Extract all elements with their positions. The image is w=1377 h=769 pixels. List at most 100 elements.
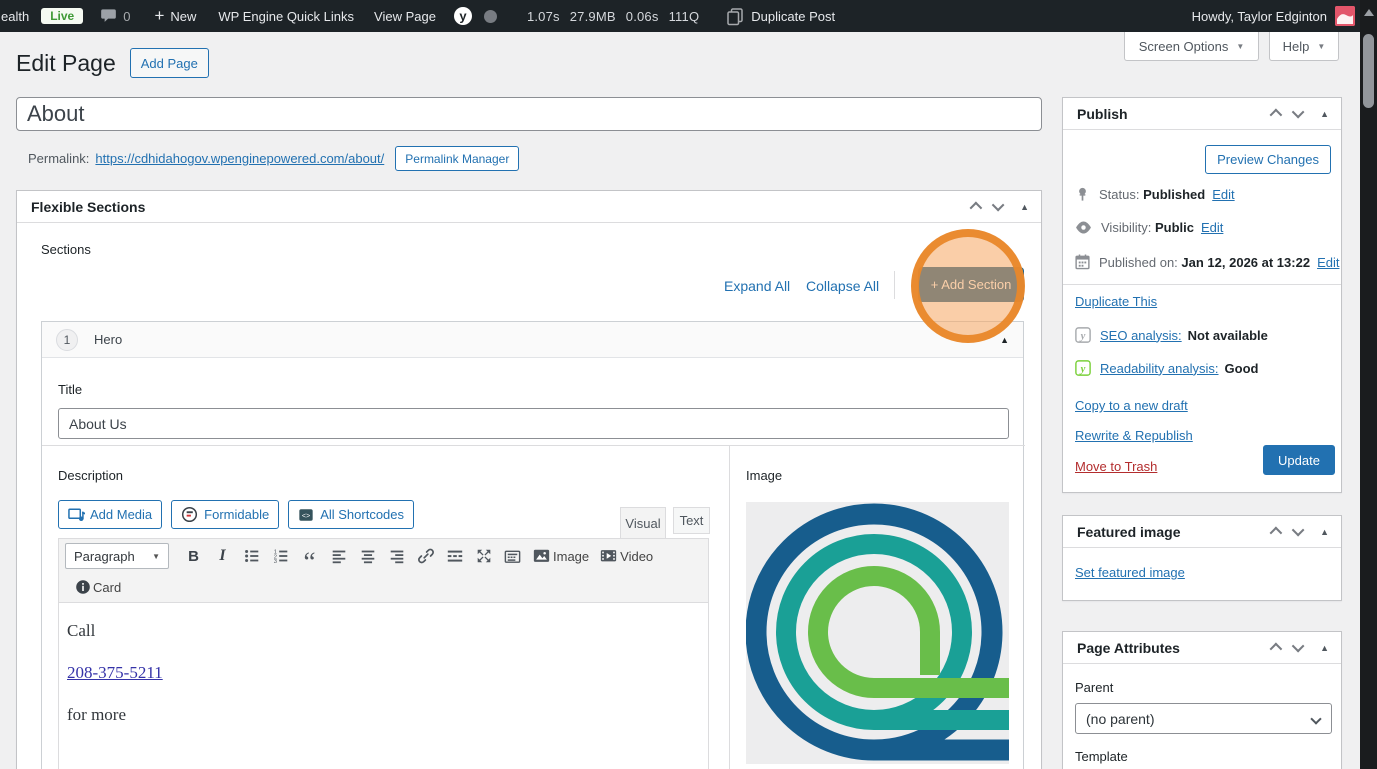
insert-image-button[interactable]: Image xyxy=(527,543,594,569)
scrollbar[interactable] xyxy=(1360,0,1377,769)
align-center-icon xyxy=(359,547,377,565)
duplicate-post-item[interactable]: Duplicate Post xyxy=(725,7,835,26)
phone-link[interactable]: 208-375-5211 xyxy=(67,663,163,682)
align-center-button[interactable] xyxy=(353,543,382,569)
screen-options-button[interactable]: Screen Options▼ xyxy=(1124,32,1259,61)
seo-analysis-link[interactable]: SEO analysis: xyxy=(1100,328,1182,343)
toggle-panel-icon[interactable]: ▲ xyxy=(1320,527,1329,537)
align-left-icon xyxy=(330,547,348,565)
hero-image-preview[interactable] xyxy=(746,502,1009,764)
move-down-icon[interactable] xyxy=(1292,106,1305,119)
comment-count: 0 xyxy=(123,9,130,24)
add-section-button[interactable]: + Add Section xyxy=(918,267,1024,302)
yoast-icon: y xyxy=(453,6,473,26)
edit-status-link[interactable]: Edit xyxy=(1212,187,1234,202)
flexible-sections-header[interactable]: Flexible Sections ▲ xyxy=(17,191,1041,223)
move-up-icon[interactable] xyxy=(1270,643,1283,656)
scrollbar-thumb[interactable] xyxy=(1363,34,1374,108)
eye-icon xyxy=(1075,221,1092,234)
help-button[interactable]: Help▼ xyxy=(1269,32,1339,61)
add-media-button[interactable]: Add Media xyxy=(58,500,162,529)
add-page-button[interactable]: Add Page xyxy=(130,48,209,78)
bold-icon: B xyxy=(188,548,199,565)
site-name[interactable]: ealth xyxy=(1,9,29,24)
post-title-input[interactable] xyxy=(16,97,1042,131)
chevron-down-icon: ▼ xyxy=(1317,42,1325,51)
move-up-icon[interactable] xyxy=(1270,527,1283,540)
query-monitor-stats[interactable]: 1.07s 27.9MB 0.06s 111Q xyxy=(527,9,699,24)
visibility-row: Visibility: Public Edit xyxy=(1075,220,1223,235)
italic-button[interactable]: I xyxy=(208,543,237,569)
move-up-icon[interactable] xyxy=(970,202,983,215)
align-left-button[interactable] xyxy=(324,543,353,569)
link-icon xyxy=(417,547,435,565)
paragraph-format-select[interactable]: Paragraph▼ xyxy=(65,543,169,569)
featured-image-header[interactable]: Featured image ▲ xyxy=(1063,516,1341,548)
tab-visual[interactable]: Visual xyxy=(620,507,666,538)
move-down-icon[interactable] xyxy=(1292,524,1305,537)
editor-content-area[interactable]: Call 208-375-5211 for more xyxy=(59,603,708,769)
permalink-manager-button[interactable]: Permalink Manager xyxy=(395,146,519,171)
publish-header[interactable]: Publish ▲ xyxy=(1063,98,1341,130)
permalink-label: Permalink: xyxy=(28,151,89,166)
yoast-menu-item[interactable]: y xyxy=(453,6,497,26)
plus-icon: + xyxy=(154,7,164,24)
copy-to-new-draft-link[interactable]: Copy to a new draft xyxy=(1075,398,1188,413)
description-label: Description xyxy=(58,468,123,483)
move-up-icon[interactable] xyxy=(1270,109,1283,122)
permalink-url[interactable]: https://cdhidahogov.wpenginepowered.com/… xyxy=(95,151,384,166)
toggle-panel-icon[interactable]: ▲ xyxy=(1320,643,1329,653)
italic-icon: I xyxy=(219,547,225,565)
readability-analysis-row: y Readability analysis: Good xyxy=(1075,360,1258,376)
duplicate-this-link[interactable]: Duplicate This xyxy=(1075,294,1157,309)
new-menu-item[interactable]: + New xyxy=(154,9,196,24)
read-more-button[interactable] xyxy=(440,543,469,569)
toolbar-toggle-button[interactable] xyxy=(498,543,527,569)
content-paragraph: for more xyxy=(67,705,698,725)
expand-all-link[interactable]: Expand All xyxy=(724,278,790,294)
blockquote-button[interactable]: “ xyxy=(295,543,324,569)
all-shortcodes-button[interactable]: <> All Shortcodes xyxy=(288,500,414,529)
move-down-icon[interactable] xyxy=(992,199,1005,212)
metabox-title: Publish xyxy=(1077,106,1270,122)
edit-visibility-link[interactable]: Edit xyxy=(1201,220,1223,235)
parent-select[interactable]: (no parent) xyxy=(1075,703,1332,734)
card-button[interactable]: Card xyxy=(65,574,126,600)
live-badge[interactable]: Live xyxy=(41,8,83,24)
account-menu[interactable]: Howdy, Taylor Edginton xyxy=(1192,0,1355,32)
move-down-icon[interactable] xyxy=(1292,640,1305,653)
howdy-greeting: Howdy, Taylor Edginton xyxy=(1192,9,1327,24)
collapse-all-link[interactable]: Collapse All xyxy=(806,278,879,294)
collapse-section-icon[interactable]: ▲ xyxy=(1000,335,1009,345)
readability-analysis-link[interactable]: Readability analysis: xyxy=(1100,361,1219,376)
toggle-panel-icon[interactable]: ▲ xyxy=(1320,109,1329,119)
hero-title-input[interactable] xyxy=(58,408,1009,439)
preview-changes-button[interactable]: Preview Changes xyxy=(1205,145,1331,174)
comments-item[interactable]: 0 xyxy=(100,8,130,24)
update-button[interactable]: Update xyxy=(1263,445,1335,475)
published-on-row: Published on: Jan 12, 2026 at 13:22 Edit xyxy=(1075,254,1339,270)
divider xyxy=(1063,284,1341,285)
insert-link-button[interactable] xyxy=(411,543,440,569)
view-page-link[interactable]: View Page xyxy=(374,9,436,24)
image-label: Image xyxy=(746,468,782,483)
move-to-trash-link[interactable]: Move to Trash xyxy=(1075,459,1157,474)
fullscreen-button[interactable] xyxy=(469,543,498,569)
numbered-list-button[interactable]: 1 2 3 xyxy=(266,543,295,569)
bold-button[interactable]: B xyxy=(179,543,208,569)
page-attributes-header[interactable]: Page Attributes ▲ xyxy=(1063,632,1341,664)
bulleted-list-button[interactable] xyxy=(237,543,266,569)
set-featured-image-link[interactable]: Set featured image xyxy=(1075,565,1185,580)
status-dot-icon xyxy=(484,10,497,23)
formidable-button[interactable]: Formidable xyxy=(171,500,279,529)
scroll-up-arrow-icon[interactable] xyxy=(1364,9,1374,16)
rewrite-republish-link[interactable]: Rewrite & Republish xyxy=(1075,428,1193,443)
toggle-panel-icon[interactable]: ▲ xyxy=(1020,202,1029,212)
tab-text[interactable]: Text xyxy=(673,507,710,534)
align-right-button[interactable] xyxy=(382,543,411,569)
edit-published-link[interactable]: Edit xyxy=(1317,255,1339,270)
wp-engine-quick-links[interactable]: WP Engine Quick Links xyxy=(218,9,354,24)
insert-video-button[interactable]: Video xyxy=(594,543,658,569)
hero-section-header[interactable]: 1 Hero ▲ xyxy=(42,322,1023,358)
template-label: Template xyxy=(1075,749,1128,764)
